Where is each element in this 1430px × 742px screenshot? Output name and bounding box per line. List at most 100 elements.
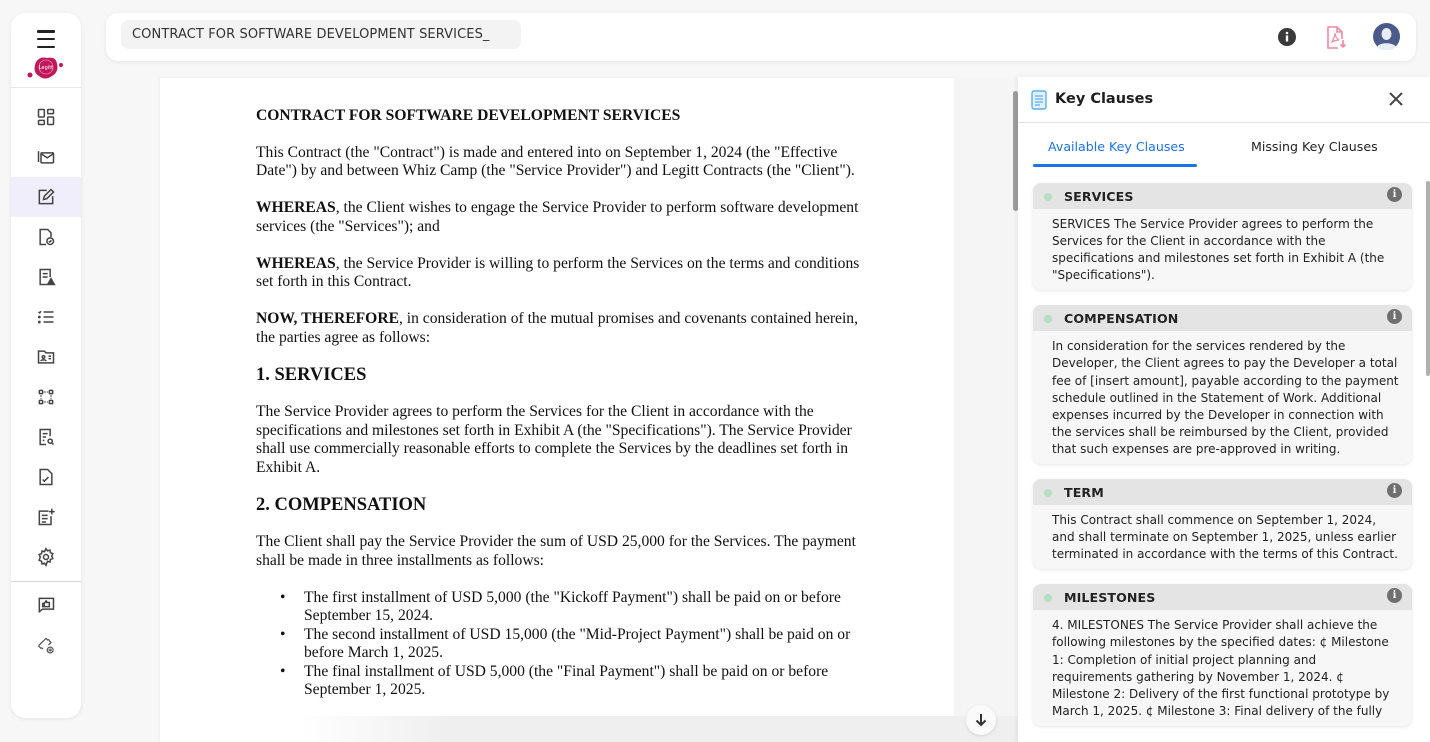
sidebar-item-signed[interactable] — [11, 457, 81, 497]
clause-card-header[interactable]: TERM i — [1033, 479, 1412, 506]
gear-icon — [38, 547, 54, 567]
clause-card[interactable]: COMPENSATION i In consideration for the … — [1033, 305, 1412, 465]
sidebar-item-settings[interactable] — [11, 537, 81, 577]
sidebar-item-checklist[interactable] — [11, 297, 81, 337]
services-paragraph: The Service Provider agrees to perform t… — [256, 403, 852, 476]
sidebar-item-approvals[interactable] — [11, 217, 81, 257]
clause-title: COMPENSATION — [1064, 311, 1179, 327]
status-dot — [1044, 489, 1052, 498]
mail-stack-icon — [37, 151, 55, 164]
list-item: • The second installment of USD 15,000 (t… — [256, 626, 861, 663]
ticket-add-icon — [38, 637, 54, 654]
list-item: • The first installment of USD 5,000 (the… — [256, 589, 861, 626]
panel-title: Key Clauses — [1055, 91, 1154, 107]
clause-text: SERVICES The Service Provider agrees to … — [1052, 217, 1385, 283]
whereas-text: , the Client wishes to engage the Servic… — [256, 199, 859, 235]
contact-folder-icon — [37, 350, 55, 364]
close-icon[interactable] — [1386, 89, 1406, 109]
clause-title: MILESTONES — [1064, 590, 1156, 606]
whereas-paragraph-1: WHEREAS, the Client wishes to engage the… — [256, 199, 861, 236]
sidebar-item-workflows[interactable] — [11, 377, 81, 417]
dashboard-grid-icon — [37, 108, 55, 126]
clause-title: SERVICES — [1064, 189, 1134, 204]
document-gutter — [954, 78, 1016, 742]
info-icon[interactable] — [1277, 27, 1297, 51]
document-add-icon — [38, 508, 55, 526]
legitt-logo[interactable]: Legitt — [26, 54, 66, 80]
document-search-icon — [39, 428, 55, 446]
sidebar-item-review[interactable] — [11, 417, 81, 457]
clause-card[interactable]: TERM i This Contract shall commence on S… — [1033, 479, 1412, 570]
clause-text: 4. MILESTONES The Service Provider shall… — [1052, 618, 1390, 718]
document-warning-icon — [39, 268, 56, 286]
info-icon[interactable]: i — [1387, 309, 1402, 325]
bullet: • — [280, 625, 286, 643]
whereas-label: WHEREAS — [256, 254, 336, 272]
clause-title: TERM — [1064, 485, 1104, 501]
key-clauses-panel: Key Clauses Available Key Clauses Missin… — [1018, 77, 1430, 742]
installment-text: The first installment of USD 5,000 (the … — [304, 588, 841, 625]
scroll-down-button[interactable] — [966, 705, 996, 735]
tab-missing-key-clauses[interactable]: Missing Key Clauses — [1251, 139, 1378, 154]
info-icon[interactable]: i — [1387, 187, 1402, 202]
section-heading-services: 1. SERVICES — [256, 364, 367, 385]
clause-text: In consideration for the services render… — [1052, 339, 1399, 456]
section-heading-compensation: 2. COMPENSATION — [256, 494, 427, 515]
panel-scrollbar[interactable] — [1426, 181, 1430, 376]
edit-document-icon — [38, 188, 55, 205]
clause-card-header[interactable]: MILESTONES i — [1033, 584, 1412, 611]
compensation-paragraph: The Client shall pay the Service Provide… — [256, 533, 856, 569]
sidebar-item-inbox[interactable] — [11, 137, 81, 177]
info-icon[interactable]: i — [1387, 483, 1402, 499]
checklist-icon — [37, 310, 54, 324]
tab-available-key-clauses[interactable]: Available Key Clauses — [1048, 139, 1185, 154]
clause-card[interactable]: SERVICES i SERVICES The Service Provider… — [1033, 183, 1412, 291]
active-tab-indicator — [1033, 164, 1197, 167]
now-therefore-label: NOW, THEREFORE — [256, 310, 399, 327]
contract-document: CONTRACT FOR SOFTWARE DEVELOPMENT SERVIC… — [256, 107, 861, 700]
bullet: • — [280, 588, 286, 606]
clause-card-header[interactable]: SERVICES i — [1033, 183, 1412, 209]
status-dot — [1044, 594, 1052, 603]
installment-text: The second installment of USD 15,000 (th… — [304, 625, 851, 662]
clause-card[interactable]: MILESTONES i 4. MILESTONES The Service P… — [1033, 584, 1412, 726]
sidebar-item-dashboard[interactable] — [11, 97, 81, 137]
clause-tabs: Available Key Clauses Missing Key Clause… — [1018, 123, 1430, 167]
arrow-down-icon — [975, 714, 987, 727]
sidebar-item-feedback[interactable] — [11, 585, 81, 625]
clause-text: This Contract shall commence on Septembe… — [1052, 513, 1398, 562]
document-viewer: CONTRACT FOR SOFTWARE DEVELOPMENT SERVIC… — [160, 78, 954, 742]
info-icon[interactable]: i — [1387, 588, 1402, 604]
feedback-thumbs-up-icon — [38, 597, 55, 614]
signed-document-icon — [39, 468, 53, 486]
status-dot — [1044, 193, 1052, 201]
clause-card-header[interactable]: COMPENSATION i — [1033, 305, 1412, 332]
sidebar-divider — [11, 581, 81, 582]
now-therefore-paragraph: NOW, THEREFORE, in consideration of the … — [256, 310, 861, 347]
list-item: • The final installment of USD 5,000 (the… — [256, 663, 861, 700]
whereas-paragraph-2: WHEREAS, the Service Provider is willing… — [256, 255, 861, 292]
workflow-nodes-icon — [38, 389, 54, 405]
sidebar-item-support-ticket[interactable] — [11, 625, 81, 665]
sidebar-item-new-document[interactable] — [11, 497, 81, 537]
panel-header: Key Clauses — [1018, 77, 1430, 123]
user-avatar[interactable] — [1373, 23, 1400, 54]
svg-text:Legitt: Legitt — [39, 65, 53, 71]
top-header: CONTRACT FOR SOFTWARE DEVELOPMENT SERVIC… — [106, 13, 1416, 61]
whereas-text: , the Service Provider is willing to per… — [256, 254, 860, 291]
bullet: • — [280, 662, 286, 680]
installment-text: The final installment of USD 5,000 (the … — [304, 662, 829, 699]
menu-toggle-button[interactable] — [34, 30, 58, 48]
clauses-document-icon — [1031, 90, 1047, 110]
sidebar-item-editor[interactable] — [11, 177, 81, 217]
pdf-download-icon[interactable] — [1325, 25, 1347, 54]
sidebar-item-risk[interactable] — [11, 257, 81, 297]
sidebar-header: Legitt — [11, 13, 81, 88]
bottom-fade — [300, 716, 1020, 742]
sidebar-item-contacts[interactable] — [11, 337, 81, 377]
status-dot — [1044, 315, 1052, 324]
whereas-label: WHEREAS — [256, 199, 336, 216]
document-title-input[interactable]: CONTRACT FOR SOFTWARE DEVELOPMENT SERVIC… — [121, 20, 521, 49]
clause-list: SERVICES i SERVICES The Service Provider… — [1033, 183, 1412, 741]
document-heading: CONTRACT FOR SOFTWARE DEVELOPMENT SERVIC… — [256, 107, 681, 124]
